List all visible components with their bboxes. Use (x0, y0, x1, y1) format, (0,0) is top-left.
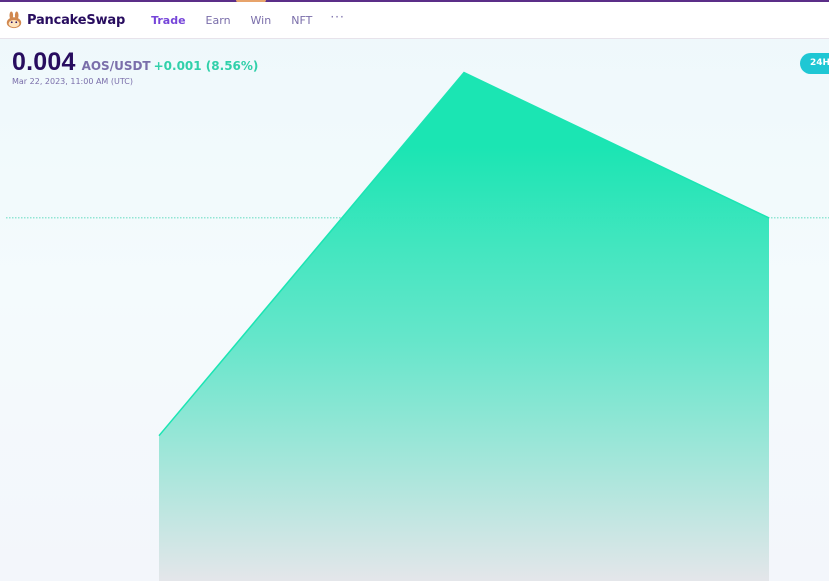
price-chart (6, 71, 829, 581)
